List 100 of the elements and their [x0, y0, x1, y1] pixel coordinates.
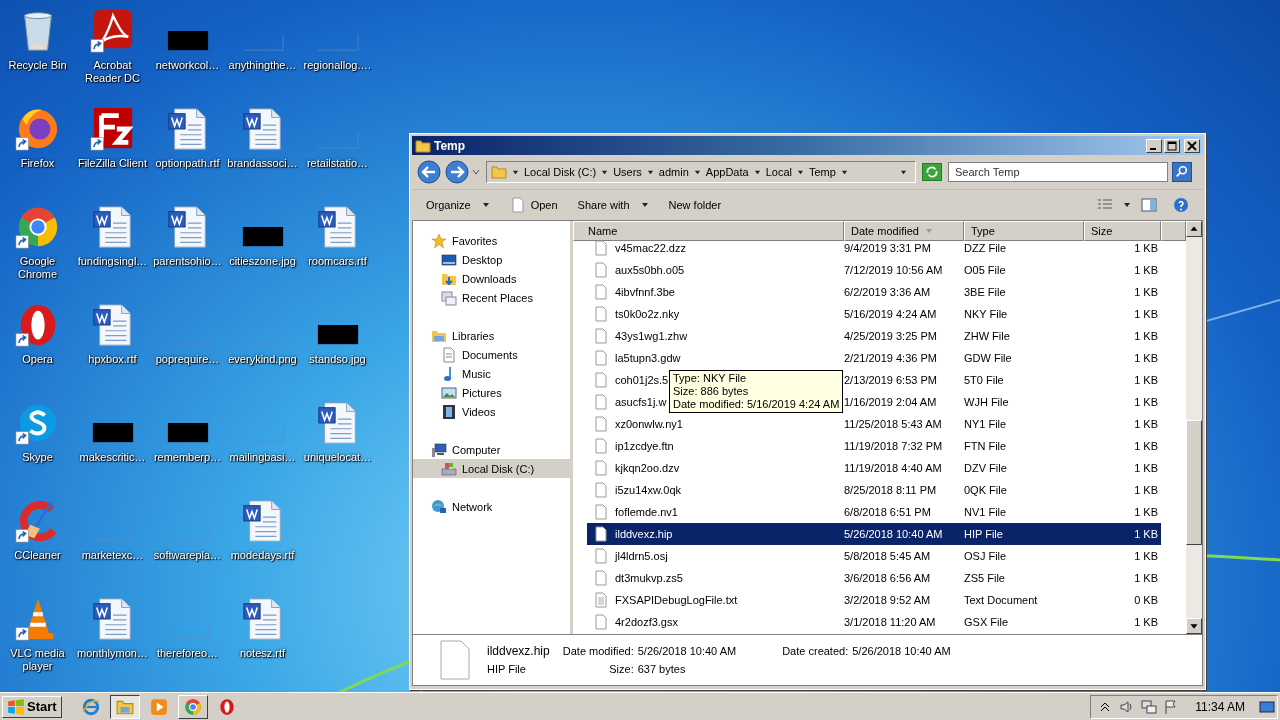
back-button[interactable]: [416, 159, 442, 185]
icon-label[interactable]: Recycle Bin: [0, 59, 75, 72]
nav-item[interactable]: Computer: [413, 440, 570, 459]
toolbar-button[interactable]: Organize: [418, 197, 498, 213]
dropdown-caret-icon[interactable]: [900, 168, 907, 176]
column-header[interactable]: Size: [1084, 221, 1161, 241]
preview-pane-icon[interactable]: [1141, 197, 1157, 213]
icon-label[interactable]: anythingthe…: [225, 59, 300, 72]
column-header[interactable]: Type: [964, 221, 1084, 241]
search-field[interactable]: Search Temp: [948, 162, 1168, 182]
icon-label[interactable]: Firefox: [0, 157, 75, 170]
file-icon: [593, 328, 609, 344]
forward-button[interactable]: [444, 159, 470, 185]
nav-item[interactable]: Videos: [413, 402, 570, 421]
nav-item[interactable]: Local Disk (C:): [413, 459, 570, 478]
breadcrumb-item[interactable]: Local Disk (C:): [524, 166, 597, 178]
icon-label[interactable]: regionallog.…: [300, 59, 375, 72]
chevron-icon[interactable]: [646, 168, 654, 176]
size-cell-text: 1 KB: [1133, 352, 1159, 364]
icon-label[interactable]: citieszone.jpg: [225, 255, 300, 268]
toolbar-button[interactable]: Share with: [569, 197, 657, 213]
date-cell-text: 7/12/2019 10:56 AM: [844, 264, 944, 276]
scroll-thumb[interactable]: [1186, 420, 1202, 545]
column-header[interactable]: Name: [573, 221, 844, 241]
breadcrumb-item[interactable]: Users: [613, 166, 642, 178]
dropdown-caret-icon[interactable]: [1123, 201, 1131, 209]
clock[interactable]: 11:34 AM: [1195, 699, 1245, 714]
date-cell-text: 9/4/2019 3:31 PM: [844, 242, 932, 254]
close-button[interactable]: [1184, 138, 1200, 153]
breadcrumb-item[interactable]: Temp: [808, 166, 836, 178]
breadcrumb-item[interactable]: Local: [765, 166, 792, 178]
file-transfer-app-icon[interactable]: [89, 106, 136, 152]
toolbar-button[interactable]: Open: [501, 195, 566, 215]
icon-label[interactable]: Opera: [0, 353, 75, 366]
show-desktop-icon[interactable]: [1257, 698, 1277, 715]
nav-item[interactable]: Favorites: [413, 231, 570, 250]
breadcrumb-item[interactable]: admin: [658, 166, 689, 178]
icon-label[interactable]: VLC media player: [0, 647, 75, 673]
size-cell-text: 1 KB: [1133, 572, 1159, 584]
type-cell-text: NY1 File: [964, 418, 1008, 430]
size-cell-text: 1 KB: [1133, 286, 1159, 298]
icon-label[interactable]: roomcars.rtf: [300, 255, 375, 268]
icon-label[interactable]: brandassoci…: [225, 157, 300, 170]
address-bar[interactable]: Local Disk (C:) Users admin AppData Local Temp: [486, 161, 916, 183]
help-icon[interactable]: [1173, 197, 1189, 213]
chevron-icon[interactable]: [796, 168, 804, 176]
nav-item[interactable]: Network: [413, 497, 570, 516]
date-cell-text: 2/21/2019 4:36 PM: [844, 352, 938, 364]
icon-label[interactable]: monthlymon…: [75, 647, 150, 660]
date-cell-text: 1/16/2019 2:04 AM: [844, 396, 938, 408]
size-cell-text: 1 KB: [1133, 396, 1159, 408]
close-icon: [1187, 140, 1197, 151]
icon-label[interactable]: optionpath.rtf: [150, 157, 225, 170]
selection-highlight[interactable]: [587, 523, 1161, 545]
icon-label[interactable]: makescritic…: [75, 451, 150, 464]
icon-label[interactable]: hpxbox.rtf: [75, 353, 150, 366]
nav-item[interactable]: Libraries: [413, 326, 570, 345]
icon-label[interactable]: FileZilla Client: [75, 157, 150, 170]
icon-label[interactable]: CCleaner: [0, 549, 75, 562]
chevron-icon[interactable]: [753, 168, 761, 176]
size-cell-text: 1 KB: [1133, 528, 1159, 540]
type-cell-text: HIP File: [964, 528, 1004, 540]
chevron-icon[interactable]: [512, 168, 519, 176]
minimize-button[interactable]: [1146, 138, 1162, 153]
icon-label[interactable]: Google Chrome: [0, 255, 75, 281]
size-cell-text: 1 KB: [1133, 462, 1159, 474]
icon-label[interactable]: retailstatio…: [300, 157, 375, 170]
nav-item[interactable]: Documents: [413, 345, 570, 364]
file-name: xz0onwlw.ny1: [615, 418, 683, 430]
type-cell-text: FTN File: [964, 440, 1008, 452]
nav-item[interactable]: Desktop: [413, 250, 570, 269]
icon-label[interactable]: Skype: [0, 451, 75, 464]
icon-label[interactable]: marketexc…: [75, 549, 150, 562]
nav-item[interactable]: Music: [413, 364, 570, 383]
icon-label[interactable]: fundingsingl…: [75, 255, 150, 268]
file-name: dt3mukvp.zs5: [615, 572, 683, 584]
nav-item[interactable]: Pictures: [413, 383, 570, 402]
network-icon[interactable]: [1141, 698, 1158, 715]
chevron-icon[interactable]: [840, 168, 848, 176]
icon-label[interactable]: networkcol…: [150, 59, 225, 72]
taskbar-button[interactable]: [109, 694, 140, 719]
folder-icon: [415, 137, 431, 154]
start-button[interactable]: Start: [2, 695, 62, 718]
nav-item[interactable]: Downloads: [413, 269, 570, 288]
maximize-button[interactable]: [1164, 138, 1180, 153]
icon-label[interactable]: parentsohio…: [150, 255, 225, 268]
chevron-icon[interactable]: [601, 168, 609, 176]
size-cell-text: 1 KB: [1133, 374, 1159, 386]
icon-label[interactable]: Acrobat Reader DC: [75, 59, 150, 85]
history-caret-icon[interactable]: [472, 168, 480, 176]
search-button[interactable]: [1172, 162, 1192, 182]
toolbar-button[interactable]: New folder: [660, 197, 730, 213]
nav-item[interactable]: Recent Places: [413, 288, 570, 307]
breadcrumb-item[interactable]: AppData: [705, 166, 749, 178]
scrollbar[interactable]: [1186, 221, 1202, 634]
chevron-icon[interactable]: [693, 168, 701, 176]
icon-label[interactable]: poprequire…: [150, 353, 225, 366]
refresh-button[interactable]: [922, 163, 942, 181]
column-header[interactable]: Date modified: [844, 221, 964, 241]
date-cell-text: 5/8/2018 5:45 AM: [844, 550, 932, 562]
